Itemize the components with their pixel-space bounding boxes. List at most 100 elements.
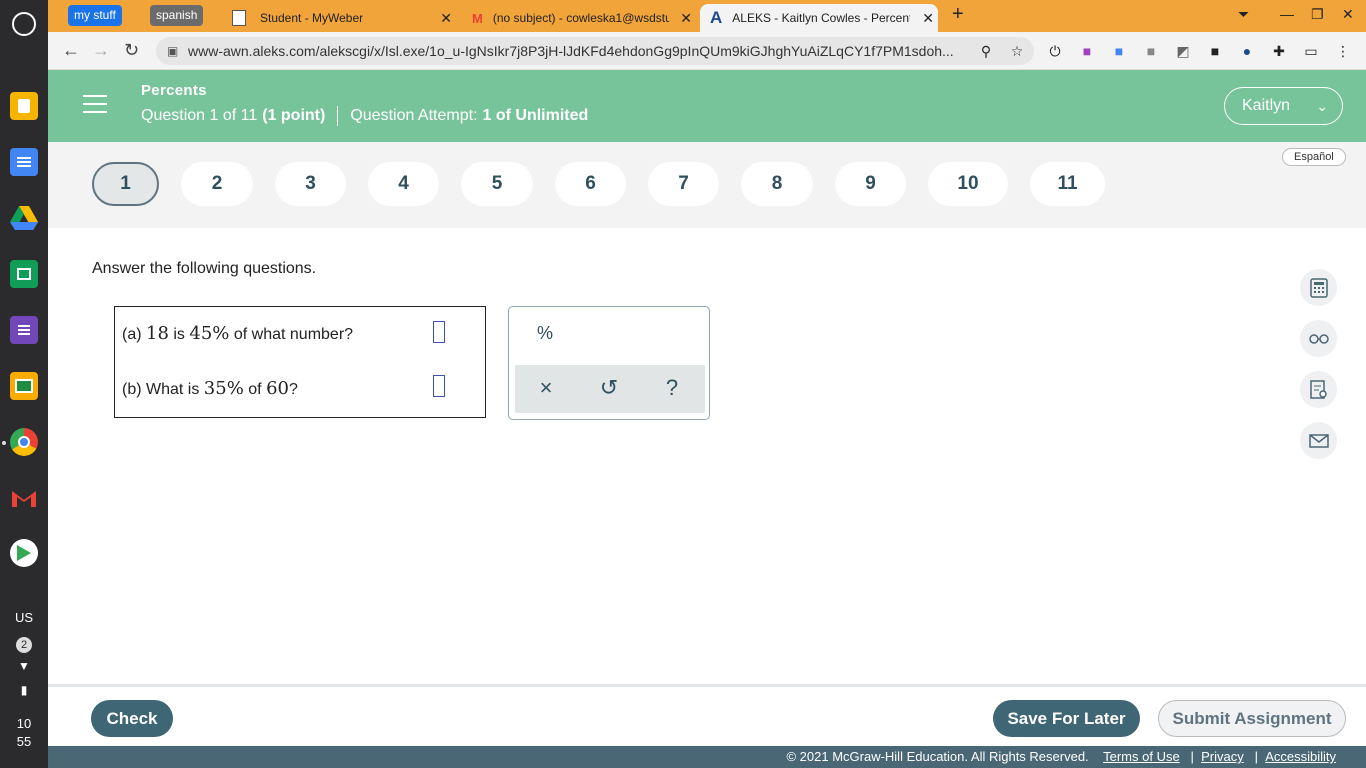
keep-app-icon[interactable] [10,92,38,120]
text: is [173,326,185,343]
lock-icon[interactable]: ▣ [167,37,178,65]
forms-app-icon[interactable] [10,316,38,344]
footer: © 2021 McGraw-Hill Education. All Rights… [48,746,1366,768]
clear-button[interactable]: × [531,375,561,401]
tab-group-spanish[interactable]: spanish [150,5,204,26]
user-menu-button[interactable]: Kaitlyn ⌄ [1224,87,1343,125]
docs-app-icon[interactable] [10,148,38,176]
bookmark-star-icon[interactable]: ☆ [1008,42,1026,60]
cast-icon[interactable]: ▭ [1302,42,1320,60]
tab-gmail[interactable]: M (no subject) - cowleska1@wsdstu ✕ [464,4,696,32]
part-a-label: (a) [122,326,142,343]
accessibility-link[interactable]: Accessibility [1265,749,1336,764]
gmail-app-icon[interactable] [10,484,38,512]
question-nav-6[interactable]: 6 [555,162,626,206]
gmail-icon: M [472,10,483,26]
play-store-app-icon[interactable] [10,539,38,567]
extension-icon[interactable]: ■ [1206,42,1224,60]
extension-icon[interactable]: ■ [1142,42,1160,60]
question-nav-8[interactable]: 8 [741,162,813,206]
battery-icon[interactable]: ▮ [0,683,48,697]
tab-myweber[interactable]: Student - MyWeber ✕ [224,4,456,32]
menu-icon[interactable]: ⋮ [1334,42,1352,60]
clock-minute[interactable]: 55 [0,734,48,749]
browser-tab-bar: my stuff spanish Student - MyWeber ✕ M (… [48,0,1366,32]
tab-aleks[interactable]: A ALEKS - Kaitlyn Cowles - Percents ✕ [700,4,938,32]
question-nav-9[interactable]: 9 [835,162,906,206]
zoom-icon[interactable]: ⚲ [977,42,995,60]
question-points: (1 point) [262,107,326,124]
sheets-app-icon[interactable] [10,260,38,288]
extension-icon[interactable]: ■ [1078,42,1096,60]
question-nav-1[interactable]: 1 [92,162,159,206]
close-icon[interactable]: ✕ [440,10,452,27]
submit-assignment-button[interactable]: Submit Assignment [1158,700,1346,737]
question-nav-4[interactable]: 4 [368,162,439,206]
notification-count: 2 [16,637,32,653]
question-nav-10[interactable]: 10 [928,162,1008,206]
question-navigation: 1 2 3 4 5 6 7 8 9 10 11 Español [48,142,1366,228]
tab-search-icon[interactable]: ⏷ [1238,6,1249,23]
tab-title: Student - MyWeber [260,11,364,25]
terms-link[interactable]: Terms of Use [1103,749,1180,764]
classroom-app-icon[interactable] [10,372,38,400]
back-icon[interactable]: ← [62,40,80,61]
question-nav-11[interactable]: 11 [1030,162,1105,206]
extension-icon[interactable]: ● [1238,42,1256,60]
question-box: (a) 18 is 45% of what number? (b) What i… [114,306,486,418]
close-icon[interactable]: ✕ [680,10,692,27]
launcher-icon[interactable] [12,12,36,36]
locale-indicator[interactable]: US [0,610,48,625]
chrome-app-icon[interactable] [10,428,38,456]
restore-icon[interactable]: ❐ [1311,6,1324,23]
address-bar[interactable]: ▣ www-awn.aleks.com/alekscgi/x/Isl.exe/1… [156,37,1034,65]
privacy-link[interactable]: Privacy [1201,749,1244,764]
percent-button[interactable]: % [537,323,553,344]
answer-input-a[interactable] [433,321,445,343]
aleks-header: Percents Question 1 of 11 (1 point) Ques… [48,70,1366,142]
menu-icon[interactable] [83,95,107,113]
mail-icon[interactable] [1300,422,1337,459]
notes-icon[interactable] [1300,371,1337,408]
window-close-icon[interactable]: ✕ [1342,6,1354,23]
browser-toolbar: ← → ↻ ▣ www-awn.aleks.com/alekscgi/x/Isl… [48,32,1366,70]
notification-count-badge[interactable]: 2 [0,636,48,653]
question-nav-3[interactable]: 3 [275,162,346,206]
clock-hour[interactable]: 10 [0,716,48,731]
attempt-label: Question Attempt: [350,107,478,124]
question-part-a: (a) 18 is 45% of what number? [122,323,353,344]
glasses-icon[interactable] [1300,320,1337,357]
language-toggle-button[interactable]: Español [1282,148,1346,166]
forward-icon[interactable]: → [92,40,110,61]
question-nav-7[interactable]: 7 [648,162,719,206]
power-extension-icon[interactable]: ⏻ [1046,42,1064,60]
new-tab-icon[interactable]: + [952,3,964,26]
question-nav-2[interactable]: 2 [181,162,253,206]
document-icon [232,10,246,26]
tab-group-my-stuff[interactable]: my stuff [68,5,122,26]
minimize-icon[interactable]: — [1280,6,1294,22]
calculator-icon[interactable] [1300,269,1337,306]
wifi-icon[interactable]: ▼ [0,659,48,673]
answer-toolbox: % × ↺ ? [508,306,710,420]
text: of what number? [233,326,354,343]
save-for-later-button[interactable]: Save For Later [993,700,1140,737]
check-button[interactable]: Check [91,700,173,737]
extensions-puzzle-icon[interactable]: ✚ [1270,42,1288,60]
topic-title: Percents [141,82,207,99]
undo-button[interactable]: ↺ [594,375,624,401]
translate-extension-icon[interactable]: ■ [1110,42,1128,60]
question-nav-5[interactable]: 5 [461,162,533,206]
number: 18 [146,323,169,344]
close-icon[interactable]: ✕ [922,10,934,27]
copyright-text: © 2021 McGraw-Hill Education. All Rights… [786,749,1089,764]
extension-icon[interactable]: ◩ [1174,42,1192,60]
number: 45% [189,323,230,344]
number: 60 [266,378,289,399]
answer-input-b[interactable] [433,375,445,397]
user-name: Kaitlyn [1242,97,1291,114]
help-button[interactable]: ? [657,375,687,401]
reload-icon[interactable]: ↻ [124,40,139,61]
drive-app-icon[interactable] [10,203,38,231]
tab-title: ALEKS - Kaitlyn Cowles - Percents [732,11,911,25]
